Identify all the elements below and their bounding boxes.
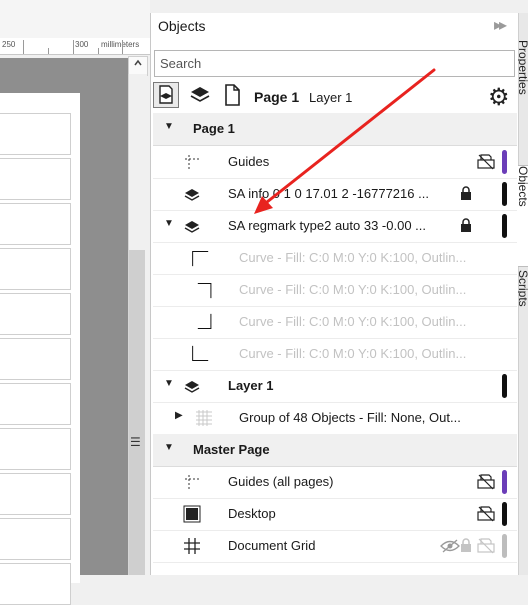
chevron-up-icon bbox=[134, 59, 142, 66]
tree-row-group[interactable]: ▶ Group of 48 Objects - Fill: None, Out.… bbox=[153, 402, 517, 435]
ruler-unit: millimeters bbox=[101, 40, 140, 49]
tree-label: SA regmark type2 auto 33 -0.00 ... bbox=[228, 218, 427, 233]
tree-row-guides-all-pages[interactable]: Guides (all pages) bbox=[153, 466, 517, 499]
ruler-mark-300: 300 bbox=[75, 40, 89, 49]
expand-arrow-icon[interactable]: ▶ bbox=[175, 410, 183, 421]
guides-icon bbox=[185, 155, 199, 169]
layer-color-swatch[interactable] bbox=[502, 182, 507, 206]
ruler-corner-button[interactable] bbox=[128, 56, 148, 76]
current-layer-label: Layer 1 bbox=[309, 90, 353, 105]
printer-icon[interactable] bbox=[476, 536, 496, 556]
eye-hidden-icon[interactable] bbox=[440, 539, 460, 553]
tree-label: Master Page bbox=[193, 442, 270, 457]
curve-corner-icon bbox=[197, 313, 212, 330]
tab-scripts[interactable]: Scripts bbox=[518, 270, 528, 350]
ruler-mark-250: 250 bbox=[2, 40, 16, 49]
layer-color-swatch[interactable] bbox=[502, 150, 507, 174]
printer-icon[interactable] bbox=[476, 152, 496, 172]
tree-label: Curve - Fill: C:0 M:0 Y:0 K:100, Outlin.… bbox=[239, 250, 467, 265]
lock-icon[interactable] bbox=[460, 538, 472, 552]
tree-row-page-1[interactable]: ▼ Page 1 bbox=[153, 113, 517, 146]
tree-row-curve[interactable]: Curve - Fill: C:0 M:0 Y:0 K:100, Outlin.… bbox=[153, 338, 517, 371]
tab-label: Properties bbox=[518, 40, 528, 95]
tab-objects[interactable]: Objects bbox=[518, 165, 528, 267]
page-sheet bbox=[0, 93, 80, 605]
docker-title: Objects bbox=[158, 18, 206, 34]
tree-row-sa-regmark[interactable]: ▼ SA regmark type2 auto 33 -0.00 ... bbox=[153, 210, 517, 243]
canvas[interactable] bbox=[0, 58, 128, 605]
lock-icon[interactable] bbox=[460, 218, 472, 232]
layer-color-swatch[interactable] bbox=[502, 502, 507, 526]
expand-toggle-icon[interactable]: ▼ bbox=[164, 121, 174, 132]
tab-properties[interactable]: Properties bbox=[518, 40, 528, 135]
horizontal-ruler[interactable]: 250 300 millimeters bbox=[0, 38, 150, 55]
tree-label: Desktop bbox=[228, 506, 276, 521]
tree-row-desktop[interactable]: Desktop bbox=[153, 498, 517, 531]
curve-corner-icon bbox=[197, 282, 212, 299]
page-icon bbox=[225, 84, 240, 106]
grip-icon: ☰ bbox=[130, 435, 141, 449]
current-page-label: Page 1 bbox=[254, 89, 300, 105]
tree-row-curve[interactable]: Curve - Fill: C:0 M:0 Y:0 K:100, Outlin.… bbox=[153, 274, 517, 307]
tree-row-curve[interactable]: Curve - Fill: C:0 M:0 Y:0 K:100, Outlin.… bbox=[153, 242, 517, 275]
expand-toggle-icon[interactable]: ▼ bbox=[164, 218, 174, 229]
search-box[interactable] bbox=[154, 50, 515, 77]
view-layers-button[interactable] bbox=[187, 82, 213, 108]
tree-label: Curve - Fill: C:0 M:0 Y:0 K:100, Outlin.… bbox=[239, 314, 467, 329]
tree-row-master-page[interactable]: ▼ Master Page bbox=[153, 434, 517, 467]
layer-icon bbox=[184, 381, 200, 393]
tree-label: SA info 0 1 0 17.01 2 -16777216 ... bbox=[228, 186, 429, 201]
guides-icon bbox=[185, 475, 199, 489]
tree-label: Curve - Fill: C:0 M:0 Y:0 K:100, Outlin.… bbox=[239, 346, 467, 361]
view-pages-button[interactable] bbox=[153, 82, 179, 108]
tree-label: Layer 1 bbox=[228, 378, 274, 393]
scrollbar-thumb[interactable] bbox=[129, 250, 145, 575]
tab-label: Scripts bbox=[518, 270, 528, 307]
layer-icon bbox=[184, 221, 200, 233]
double-chevron-right-icon[interactable]: ▸▸ bbox=[494, 15, 507, 35]
pages-layers-icon bbox=[159, 85, 173, 104]
printer-icon[interactable] bbox=[476, 472, 496, 492]
printer-icon[interactable] bbox=[476, 504, 496, 524]
curve-corner-icon bbox=[192, 250, 209, 267]
layer-color-swatch[interactable] bbox=[502, 374, 507, 398]
desktop-icon bbox=[183, 505, 201, 523]
tree-label: Group of 48 Objects - Fill: None, Out... bbox=[239, 410, 461, 425]
tree-label: Document Grid bbox=[228, 538, 316, 553]
curve-corner-icon bbox=[192, 345, 209, 362]
layer-icon bbox=[184, 189, 200, 201]
layers-icon bbox=[190, 87, 210, 102]
expand-toggle-icon[interactable]: ▼ bbox=[164, 378, 174, 389]
lock-icon[interactable] bbox=[460, 186, 472, 200]
tree-row-sa-info[interactable]: SA info 0 1 0 17.01 2 -16777216 ... bbox=[153, 178, 517, 211]
layer-color-swatch[interactable] bbox=[502, 534, 507, 558]
view-page-button[interactable] bbox=[219, 82, 245, 108]
layer-color-swatch[interactable] bbox=[502, 214, 507, 238]
tree-label: Guides bbox=[228, 154, 270, 169]
tree-label: Curve - Fill: C:0 M:0 Y:0 K:100, Outlin.… bbox=[239, 282, 467, 297]
tree-label: Page 1 bbox=[193, 121, 235, 136]
tree-row-document-grid[interactable]: Document Grid bbox=[153, 530, 517, 563]
tree-row-guides[interactable]: Guides bbox=[153, 146, 517, 179]
group-icon bbox=[196, 410, 212, 426]
search-input[interactable] bbox=[155, 51, 514, 76]
expand-toggle-icon[interactable]: ▼ bbox=[164, 442, 174, 453]
tab-label: Objects bbox=[518, 166, 528, 207]
tree-row-curve[interactable]: Curve - Fill: C:0 M:0 Y:0 K:100, Outlin.… bbox=[153, 306, 517, 339]
tree-row-layer-1[interactable]: ▼ Layer 1 bbox=[153, 370, 517, 403]
canvas-top-strip bbox=[0, 0, 150, 39]
grid-icon bbox=[184, 538, 200, 554]
layer-color-swatch[interactable] bbox=[502, 470, 507, 494]
tree-label: Guides (all pages) bbox=[228, 474, 334, 489]
gear-icon[interactable]: ⚙ bbox=[488, 83, 510, 112]
